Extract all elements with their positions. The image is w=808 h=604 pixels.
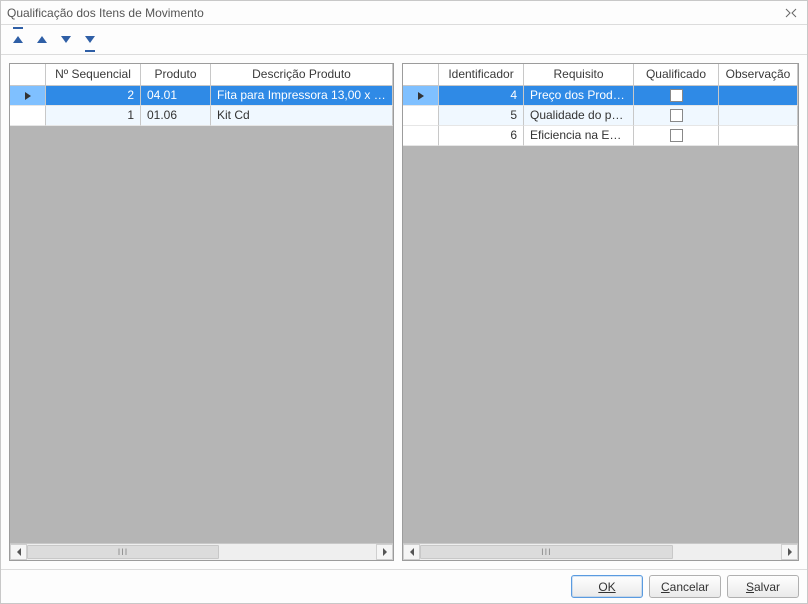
chevron-right-icon <box>787 548 793 556</box>
nav-prev-button[interactable] <box>33 31 51 49</box>
row-indicator <box>403 106 439 126</box>
window-close-button[interactable] <box>781 5 801 21</box>
chevron-left-icon <box>409 548 415 556</box>
row-indicator <box>403 86 439 106</box>
cell-descricao: Fita para Impressora 13,00 x 10,30 <box>211 86 393 106</box>
cell-observacao[interactable] <box>719 106 798 126</box>
left-grid-header-row: Nº Sequencial Produto Descrição Produto <box>10 64 393 86</box>
nav-next-icon <box>61 36 71 43</box>
nav-last-icon <box>85 36 95 43</box>
save-button-label: Salvar <box>746 580 780 594</box>
left-grid-rows: 2 04.01 Fita para Impressora 13,00 x 10,… <box>10 86 393 543</box>
col-header-seq[interactable]: Nº Sequencial <box>46 64 141 85</box>
left-grid-scrollbar[interactable]: III <box>10 543 393 560</box>
right-grid-row[interactable]: 4 Preço dos Produt... <box>403 86 798 106</box>
nav-first-button[interactable] <box>9 31 27 49</box>
cell-qualificado[interactable] <box>634 126 719 146</box>
cell-requisito: Preço dos Produt... <box>524 86 634 106</box>
col-header-qualificado[interactable]: Qualificado <box>634 64 719 85</box>
cell-produto: 04.01 <box>141 86 211 106</box>
cell-produto: 01.06 <box>141 106 211 126</box>
left-grid: Nº Sequencial Produto Descrição Produto … <box>9 63 394 561</box>
cell-ident: 4 <box>439 86 524 106</box>
right-grid-corner <box>403 64 439 85</box>
nav-first-icon <box>13 36 23 43</box>
cell-descricao: Kit Cd <box>211 106 393 126</box>
checkbox-icon[interactable] <box>670 129 683 142</box>
row-indicator <box>10 106 46 126</box>
scroll-left-button[interactable] <box>10 544 27 560</box>
checkbox-icon[interactable] <box>670 109 683 122</box>
cell-requisito: Eficiencia na Entr... <box>524 126 634 146</box>
scroll-right-button[interactable] <box>781 544 798 560</box>
chevron-right-icon <box>382 548 388 556</box>
left-grid-row[interactable]: 2 04.01 Fita para Impressora 13,00 x 10,… <box>10 86 393 106</box>
cell-seq: 1 <box>46 106 141 126</box>
cancel-button[interactable]: Cancelar <box>649 575 721 598</box>
window-title: Qualificação dos Itens de Movimento <box>7 6 781 20</box>
row-indicator <box>10 86 46 106</box>
ok-button-label: OK <box>598 580 615 594</box>
col-header-requisito[interactable]: Requisito <box>524 64 634 85</box>
nav-last-button[interactable] <box>81 31 99 49</box>
cell-qualificado[interactable] <box>634 86 719 106</box>
scroll-thumb[interactable]: III <box>420 545 673 559</box>
dialog-window: Qualificação dos Itens de Movimento Nº S… <box>0 0 808 604</box>
right-grid-header-row: Identificador Requisito Qualificado Obse… <box>403 64 798 86</box>
cell-ident: 5 <box>439 106 524 126</box>
dialog-body: Nº Sequencial Produto Descrição Produto … <box>1 55 807 569</box>
current-row-icon <box>417 91 425 101</box>
cancel-button-label: Cancelar <box>661 580 709 594</box>
scroll-left-button[interactable] <box>403 544 420 560</box>
nav-next-button[interactable] <box>57 31 75 49</box>
dialog-footer: OK Cancelar Salvar <box>1 569 807 603</box>
navigation-toolbar <box>1 25 807 55</box>
right-grid-rows: 4 Preço dos Produt... 5 Qualidade do pro… <box>403 86 798 543</box>
left-grid-corner <box>10 64 46 85</box>
right-grid-scrollbar[interactable]: III <box>403 543 798 560</box>
cell-seq: 2 <box>46 86 141 106</box>
title-bar: Qualificação dos Itens de Movimento <box>1 1 807 25</box>
ok-button[interactable]: OK <box>571 575 643 598</box>
right-grid-row[interactable]: 5 Qualidade do pro... <box>403 106 798 126</box>
chevron-left-icon <box>16 548 22 556</box>
col-header-produto[interactable]: Produto <box>141 64 211 85</box>
cell-observacao[interactable] <box>719 126 798 146</box>
scroll-right-button[interactable] <box>376 544 393 560</box>
right-grid-row[interactable]: 6 Eficiencia na Entr... <box>403 126 798 146</box>
scroll-track[interactable]: III <box>420 544 781 560</box>
col-header-observacao[interactable]: Observação <box>719 64 798 85</box>
col-header-descricao[interactable]: Descrição Produto <box>211 64 393 85</box>
col-header-ident[interactable]: Identificador <box>439 64 524 85</box>
nav-prev-icon <box>37 36 47 43</box>
close-icon <box>785 8 797 18</box>
checkbox-icon[interactable] <box>670 89 683 102</box>
row-indicator <box>403 126 439 146</box>
current-row-icon <box>24 91 32 101</box>
cell-observacao[interactable] <box>719 86 798 106</box>
cell-requisito: Qualidade do pro... <box>524 106 634 126</box>
right-grid: Identificador Requisito Qualificado Obse… <box>402 63 799 561</box>
left-grid-row[interactable]: 1 01.06 Kit Cd <box>10 106 393 126</box>
save-button[interactable]: Salvar <box>727 575 799 598</box>
scroll-track[interactable]: III <box>27 544 376 560</box>
scroll-thumb[interactable]: III <box>27 545 219 559</box>
cell-ident: 6 <box>439 126 524 146</box>
cell-qualificado[interactable] <box>634 106 719 126</box>
